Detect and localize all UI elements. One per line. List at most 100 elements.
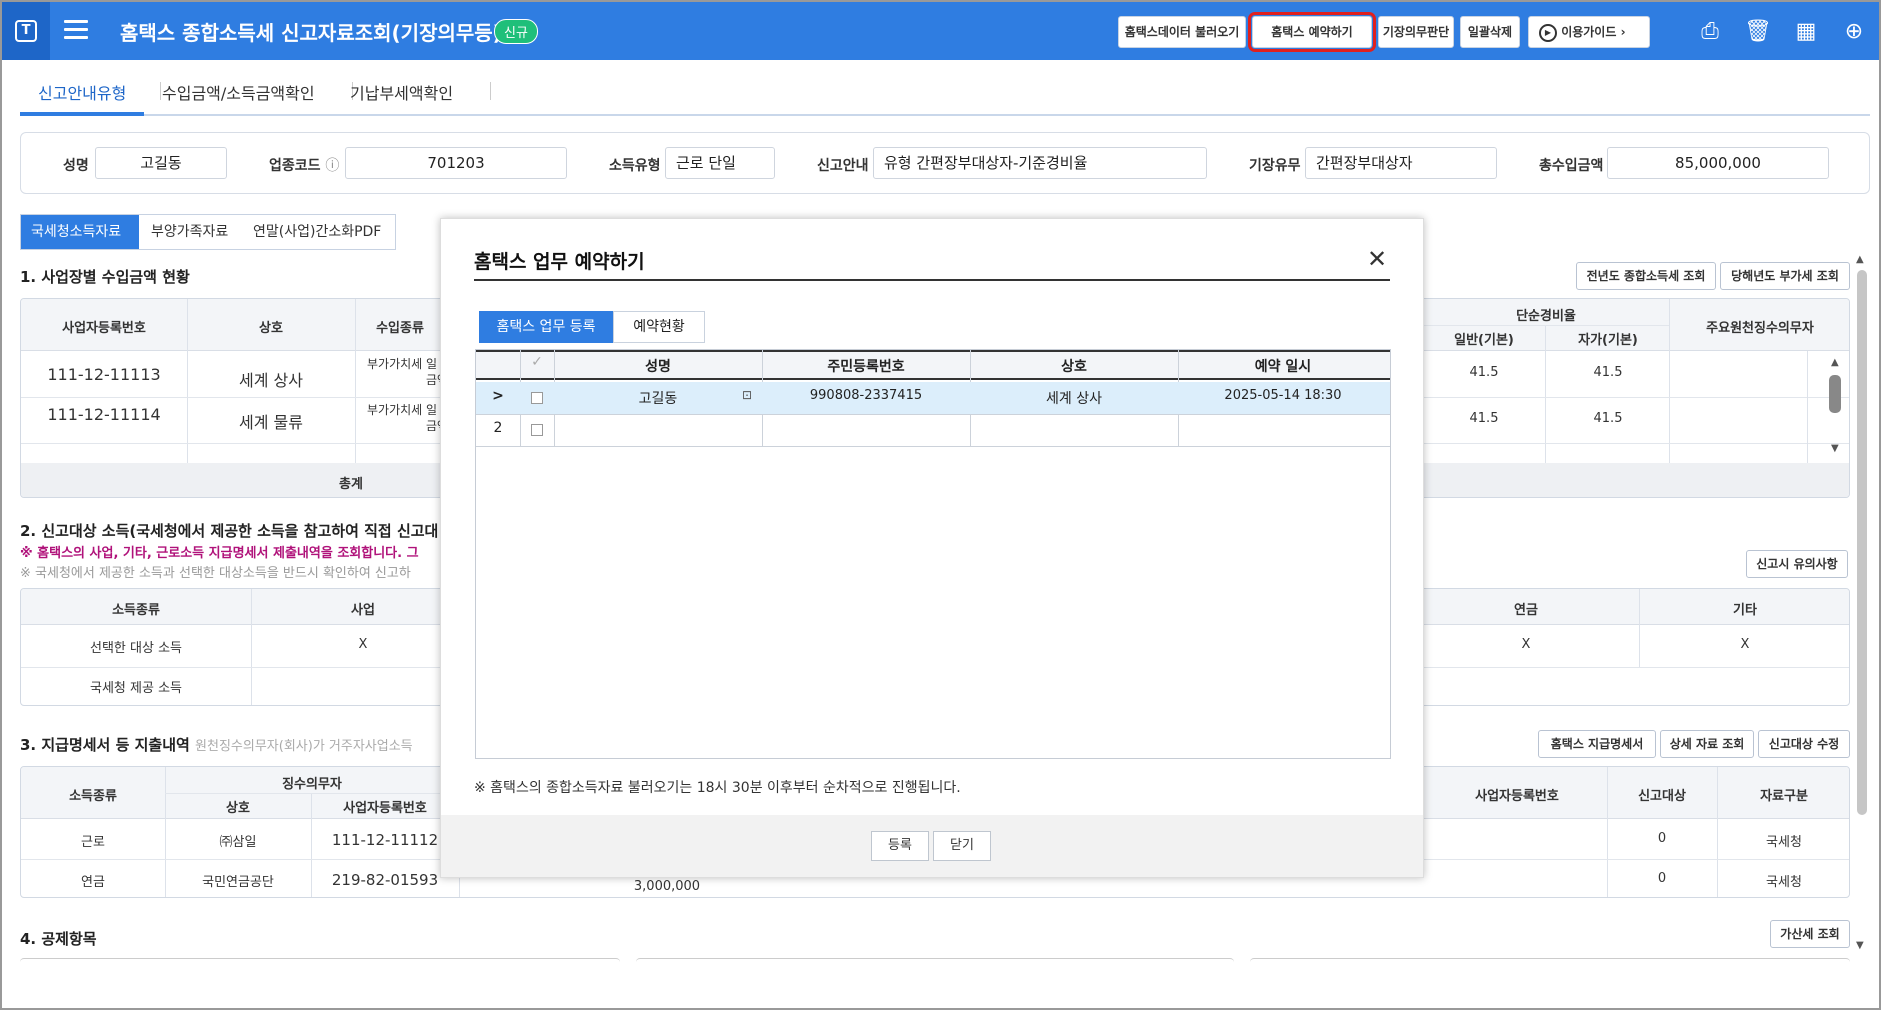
col-name: 성명 [645,359,671,375]
col-reg-no-right: 사업자등록번호 [1475,789,1559,804]
name-label: 성명 [63,158,89,174]
row-datetime-1[interactable]: 2025-05-14 18:30 [1178,388,1388,403]
col-simple-rate: 단순경비율 [1516,309,1576,324]
user-guide-button[interactable]: ▶ 이용가이드 › [1528,16,1650,48]
chevron-right-icon: › [1620,25,1626,39]
close-icon[interactable]: ✕ [1367,245,1387,273]
tab-prepaid-tax[interactable]: 기납부세액확인 [350,80,453,104]
scroll-up-icon[interactable]: ▲ [1831,357,1839,368]
table-scrollbar[interactable] [1829,375,1841,413]
excel-icon[interactable]: ▦ [1792,18,1820,46]
select-all-check-icon[interactable]: ✓ [520,354,554,370]
col-income-type: 수입종류 [376,321,424,336]
guide-field[interactable]: 유형 간편장부대상자-기준경비율 [873,147,1207,179]
load-hometax-data-button[interactable]: 홈택스데이터 불러오기 [1118,16,1246,48]
page-scroll-down-icon[interactable]: ▼ [1856,940,1864,951]
printer-icon[interactable]: ⎙ [1696,18,1724,46]
bulk-delete-button[interactable]: 일괄삭제 [1460,16,1520,48]
page-title: 홈택스 종합소득세 신고자료조회(기장의무등) [120,21,502,45]
row2-self: 41.5 [1593,411,1623,426]
name-field[interactable]: 고길동 [95,147,227,179]
register-button[interactable]: 등록 [871,831,929,861]
section4-title: 4. 공제항목 [20,930,97,948]
tab-dependents[interactable]: 부양가족자료 [141,215,241,249]
tab-income-check[interactable]: 수입금액/소득금액확인 [162,80,315,104]
tab-reserve-register[interactable]: 홈택스 업무 등록 [479,311,613,343]
more-icon[interactable]: ⊕ [1840,18,1868,46]
hometax-reserve-dialog: 홈택스 업무 예약하기 ✕ 홈택스 업무 등록 예약현황 ✓ 성명 주민등록번호… [440,218,1424,878]
col-withholding: 주요원천징수의무자 [1706,321,1814,336]
detail-lookup-button[interactable]: 상세 자료 조회 [1660,730,1754,758]
active-tab-indicator [20,112,144,116]
section2-note-grey: ※ 국세청에서 제공한 소득과 선택한 대상소득을 반드시 확인하여 신고하 [20,566,411,581]
col-reg-no: 사업자등록번호 [62,321,146,336]
row-reg-1: 111-12-11112 [331,831,439,849]
dialog-title: 홈택스 업무 예약하기 [474,251,645,273]
section2-note-red: ※ 홈택스의 사업, 기타, 근로소득 지급명세서 제출내역을 조회합니다. 그 [20,546,419,561]
row2-company: 세계 물류 [239,413,303,432]
col-filing-target: 신고대상 [1638,789,1686,804]
row-rrn-1[interactable]: 990808-2337415 [762,388,970,403]
col-reserve-datetime: 예약 일시 [1254,359,1312,375]
row-name-1[interactable]: 고길동 [554,388,762,408]
col-company: 상호 [259,321,283,336]
tab-nts-income[interactable]: 국세청소득자료 [21,215,139,249]
edit-target-button[interactable]: 신고대상 수정 [1758,730,1850,758]
row-kind-1: 근로 [81,835,105,850]
row-src-2: 국세청 [1766,875,1802,890]
col-withholder-reg: 사업자등록번호 [343,801,427,816]
col-other: 기타 [1733,603,1757,618]
row-target-2: 0 [1657,871,1667,886]
main-tabs: 신고안내유형 수입금액/소득금액확인 기납부세액확인 [20,72,1870,116]
taxpayer-info: 성명 고길동 업종코드 ⓘ 701203 소득유형 근로 단일 신고안내 유형 … [20,132,1870,194]
row-checkbox-2[interactable] [531,424,543,436]
info-icon: ⓘ [325,158,340,174]
col-data-source: 자료구분 [1760,789,1808,804]
tab-year-end-pdf[interactable]: 연말(사업)간소화PDF [243,215,395,249]
row-reg-2: 219-82-01593 [331,871,439,889]
income-type-field[interactable]: 근로 단일 [665,147,775,179]
page-scroll-thumb[interactable] [1857,270,1867,815]
close-button[interactable]: 닫기 [933,831,991,861]
bookkeeping-judge-button[interactable]: 기장의무판단 [1378,16,1454,48]
row-name-1: ㈜삼일 [219,835,257,850]
prev-year-tax-button[interactable]: 전년도 종합소득세 조회 [1576,262,1716,290]
dialog-footer: 등록 닫기 [441,815,1423,877]
reserve-grid: ✓ 성명 주민등록번호 상호 예약 일시 > 고길동 ⊡ 990808-2337… [475,349,1391,759]
menu-icon[interactable] [64,20,88,42]
tab-reserve-status[interactable]: 예약현황 [613,311,705,343]
row-checkbox-1[interactable] [531,392,543,404]
trash-icon[interactable]: 🗑 [1744,18,1772,46]
page-scroll-up-icon[interactable]: ▲ [1856,254,1864,265]
total-income-field[interactable]: 85,000,000 [1607,147,1829,179]
selected-pension-value: X [1521,637,1531,652]
new-badge: 신규 [494,19,538,44]
row-src-1: 국세청 [1766,835,1802,850]
col-rrn: 주민등록번호 [827,359,905,375]
total-income-label: 총수입금액 [1539,158,1604,174]
app-window: T 홈택스 종합소득세 신고자료조회(기장의무등) 신규 홈택스데이터 불러오기… [0,0,1881,1010]
row2-general: 41.5 [1469,411,1499,426]
bookkeeping-field[interactable]: 간편장부대상자 [1305,147,1497,179]
scroll-down-icon[interactable]: ▼ [1831,443,1839,454]
section1-title: 1. 사업장별 수입금액 현황 [20,268,190,286]
page-scrollbar[interactable]: ▲ ▼ [1854,254,1868,954]
row1-self: 41.5 [1593,365,1623,380]
row-company-1[interactable]: 세계 상사 [970,388,1178,408]
penalty-tax-button[interactable]: 가산세 조회 [1770,920,1850,948]
biz-code-field[interactable]: 701203 [345,147,567,179]
section3-title: 3. 지급명세서 등 지출내역 원천징수의무자(회사)가 거주자사업소득 [20,736,413,754]
filing-caution-button[interactable]: 신고시 유의사항 [1746,550,1848,578]
biz-code-label: 업종코드 ⓘ [269,158,340,174]
row1-reg: 111-12-11113 [47,365,161,384]
app-logo[interactable]: T [2,2,50,60]
nts-income-label: 국세청 제공 소득 [90,681,182,696]
col-pension: 연금 [1514,603,1538,618]
hometax-reserve-button[interactable]: 홈택스 예약하기 [1248,12,1376,52]
current-year-vat-button[interactable]: 당해년도 부가세 조회 [1720,262,1850,290]
top-bar: T 홈택스 종합소득세 신고자료조회(기장의무등) 신규 홈택스데이터 불러오기… [2,2,1879,60]
tab-filing-type[interactable]: 신고안내유형 [38,80,126,104]
hometax-statement-button[interactable]: 홈택스 지급명세서 [1538,730,1656,758]
row-number-2: 2 [493,420,503,436]
lookup-icon[interactable]: ⊡ [738,388,756,402]
